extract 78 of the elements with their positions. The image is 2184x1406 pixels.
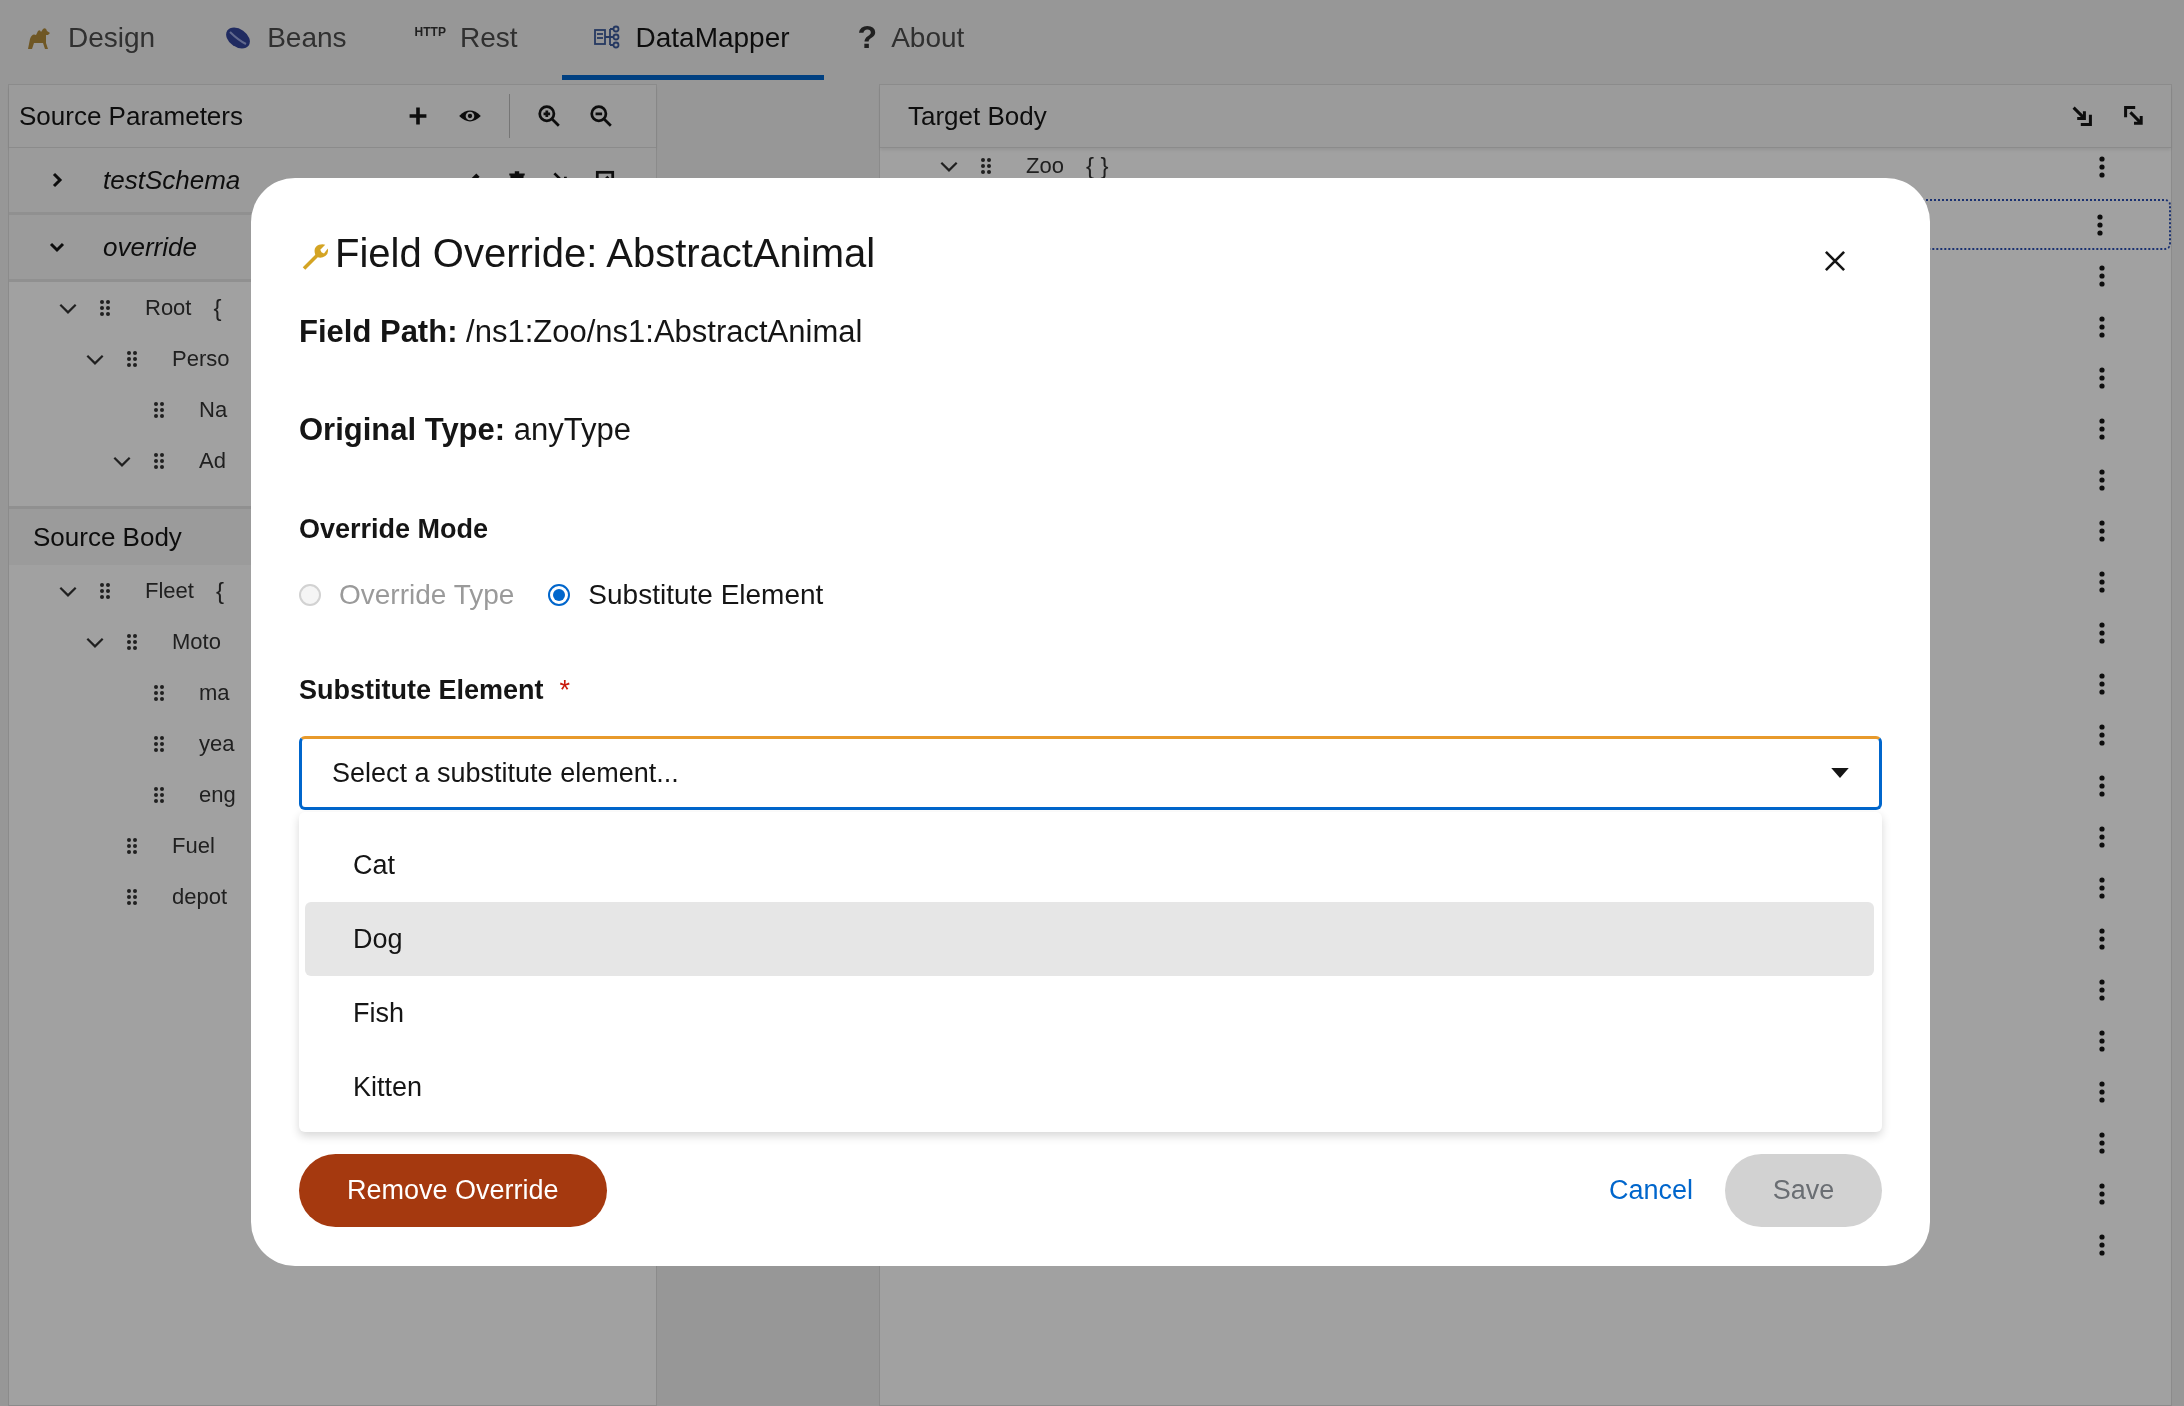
drag-handle-icon[interactable] [99, 298, 111, 317]
zoom-out-icon[interactable] [588, 104, 614, 128]
drag-handle-icon[interactable] [126, 632, 138, 651]
kebab-menu-icon[interactable] [2099, 723, 2105, 746]
tab[interactable]: Beans [219, 0, 381, 80]
close-icon[interactable] [1822, 248, 1848, 274]
kebab-menu-icon[interactable] [2099, 1080, 2105, 1103]
zoom-in-icon[interactable] [536, 104, 562, 128]
tab[interactable]: Design [20, 0, 190, 80]
kebab-menu-icon[interactable] [2099, 366, 2105, 389]
menu-option[interactable]: Cat [305, 828, 1874, 902]
menu-option[interactable]: Dog [305, 902, 1874, 976]
kebab-menu-icon[interactable] [2099, 156, 2105, 178]
kebab-menu-icon[interactable] [2099, 1233, 2105, 1256]
remove-override-button[interactable]: Remove Override [299, 1154, 607, 1227]
field-name: yea [199, 730, 235, 757]
drag-handle-icon[interactable] [153, 683, 165, 702]
tab[interactable]: DataMapper [561, 0, 824, 80]
field-name: Perso [172, 345, 230, 372]
field-name: Root [145, 294, 192, 321]
kebab-menu-icon[interactable] [2099, 876, 2105, 899]
field-label: Override Mode [299, 514, 490, 545]
kebab-menu-icon[interactable] [2099, 672, 2105, 695]
field-path-text: Field Path: /ns1:Zoo/ns1:AbstractAnimal [299, 314, 864, 350]
kebab-menu-icon[interactable] [2099, 264, 2105, 287]
kebab-menu-icon[interactable] [2099, 468, 2105, 491]
menu-option[interactable]: Fish [305, 976, 1874, 1050]
kebab-menu-icon[interactable] [2099, 417, 2105, 440]
cancel-link[interactable]: Cancel [1608, 1175, 1693, 1206]
field-name: Fleet [145, 577, 194, 604]
field-name: Na [199, 396, 228, 423]
drag-handle-icon[interactable] [99, 581, 111, 600]
field-label: Substitute Element [299, 675, 544, 706]
field-name: Zoo [1026, 153, 1064, 179]
kebab-menu-icon[interactable] [2099, 1131, 2105, 1154]
drag-handle-icon[interactable] [126, 887, 138, 906]
field-name: ma [199, 679, 230, 706]
original-type-text: Original Type: anyType [299, 412, 632, 448]
kebab-menu-icon[interactable] [2099, 621, 2105, 644]
select-field[interactable]: Select a substitute element... [299, 736, 1882, 810]
kebab-menu-icon[interactable] [2097, 213, 2103, 236]
panel-title: Source Parameters [19, 100, 243, 132]
kebab-menu-icon[interactable] [2099, 519, 2105, 542]
schema-name: testSchema [103, 164, 241, 196]
kebab-menu-icon[interactable] [2099, 1182, 2105, 1205]
kebab-menu-icon[interactable] [2099, 570, 2105, 593]
panel-title: Source Body [33, 521, 182, 553]
drag-handle-icon[interactable] [153, 734, 165, 753]
drag-handle-icon[interactable] [126, 349, 138, 368]
kebab-menu-icon[interactable] [2099, 774, 2105, 797]
tab[interactable]: ? About [853, 0, 999, 80]
field-name: depot [172, 883, 228, 910]
tab[interactable]: HTTP Rest [410, 0, 552, 80]
kebab-menu-icon[interactable] [2099, 1029, 2105, 1052]
drag-handle-icon[interactable] [153, 400, 165, 419]
panel-title: Target Body [908, 100, 1047, 132]
drag-handle-icon[interactable] [126, 836, 138, 855]
kebab-menu-icon[interactable] [2099, 927, 2105, 950]
radio-option[interactable]: Substitute Element [548, 579, 824, 611]
kebab-menu-icon[interactable] [2099, 978, 2105, 1001]
dialog-title: Field Override: AbstractAnimal [335, 230, 876, 276]
caret-icon [1831, 768, 1849, 778]
drag-handle-icon[interactable] [153, 451, 165, 470]
brace-symbol: { [215, 576, 224, 605]
brace-symbol: { [213, 293, 222, 322]
kebab-menu-icon[interactable] [2099, 825, 2105, 848]
field-name: Fuel [172, 832, 215, 859]
tab-icon-label: HTTP [414, 24, 446, 39]
kebab-menu-icon[interactable] [2099, 315, 2105, 338]
required-mark: * [559, 675, 571, 706]
field-name: Ad [199, 447, 226, 474]
field-name: eng [199, 781, 236, 808]
menu-option[interactable]: Kitten [305, 1050, 1874, 1124]
tab-icon-label: ? [857, 19, 878, 56]
drag-handle-icon[interactable] [153, 785, 165, 804]
schema-name: override [103, 231, 197, 263]
drag-handle-icon[interactable] [980, 157, 992, 175]
field-name: Moto [172, 628, 221, 655]
